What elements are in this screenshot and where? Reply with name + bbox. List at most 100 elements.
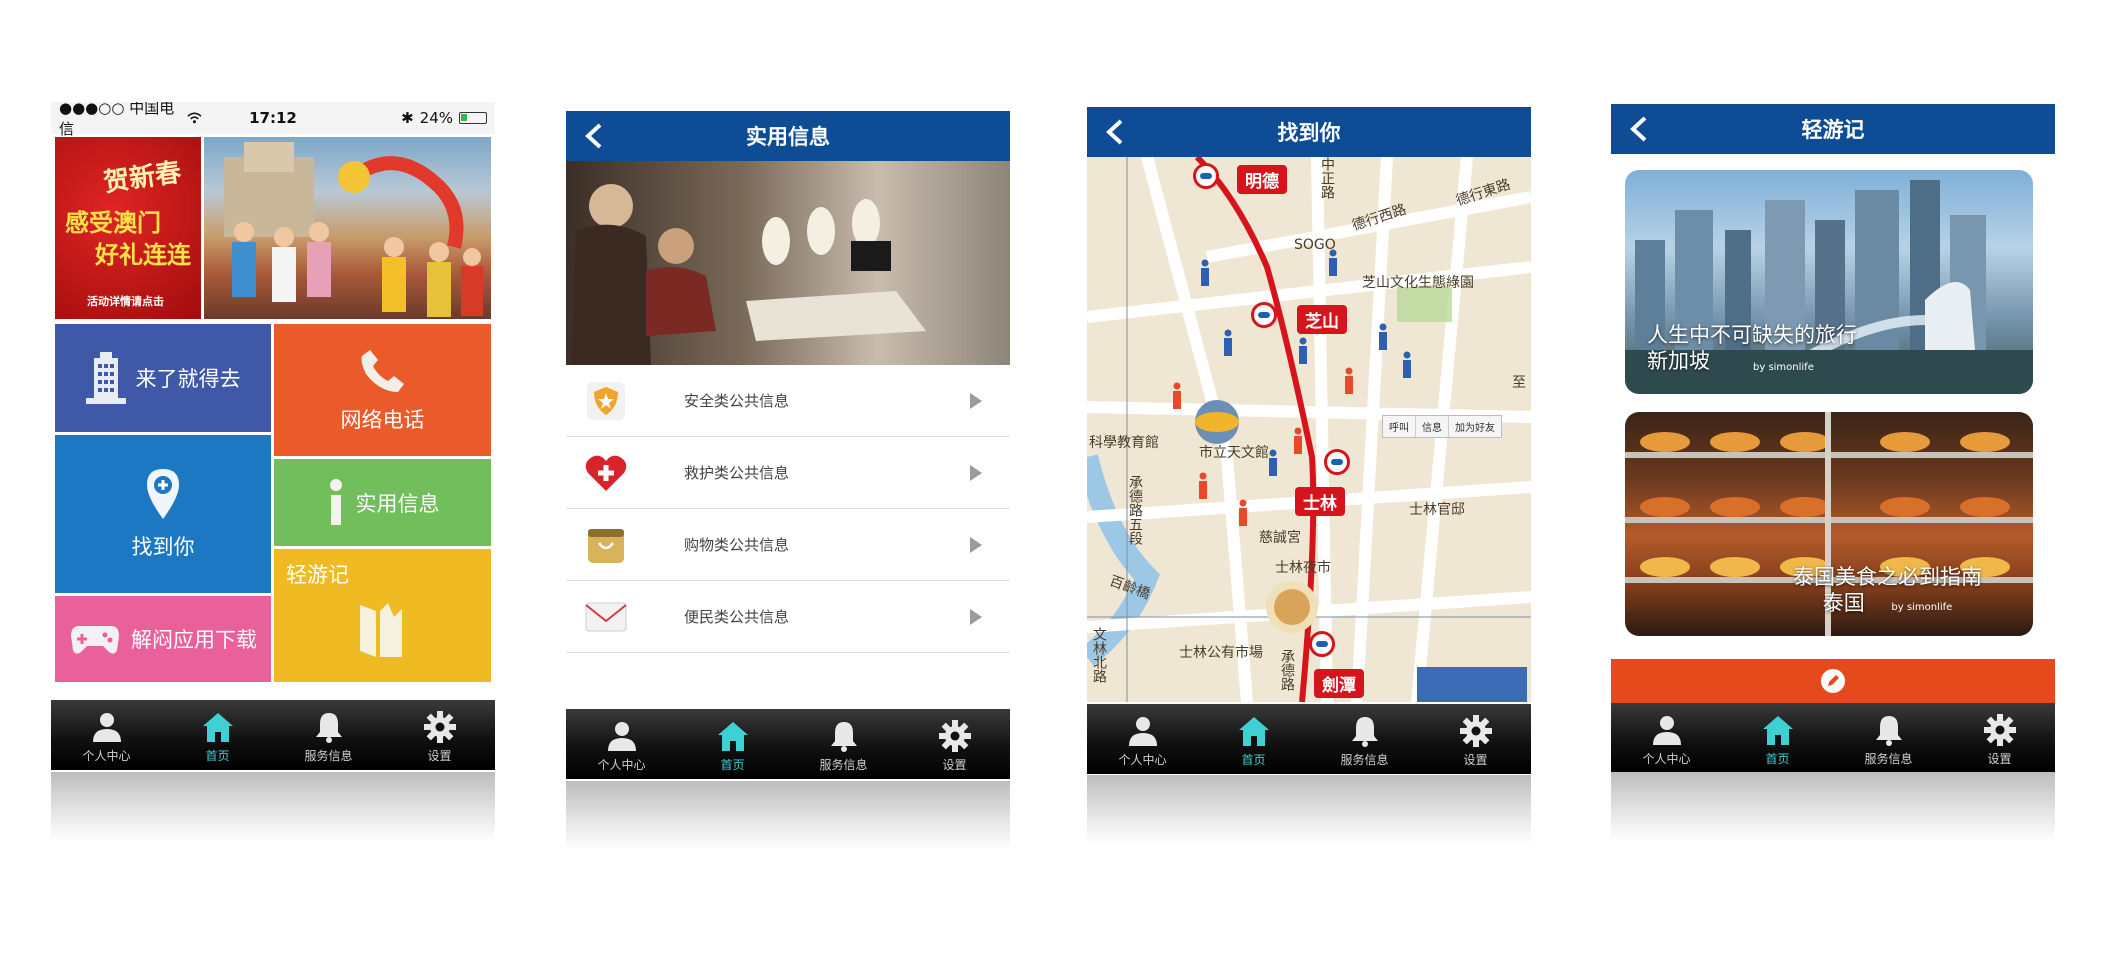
article-card-thailand[interactable]: 泰国美食之必到指南 泰国 by simonlife xyxy=(1625,412,2033,636)
tile-label: 解闷应用下载 xyxy=(131,628,257,652)
promo-note: 活动详情请点击 xyxy=(87,295,164,308)
tab-service-info[interactable]: 服务信息 xyxy=(1309,704,1420,774)
page-title: 找到你 xyxy=(1277,121,1341,145)
cabin-photo xyxy=(566,161,1010,365)
tab-service-info[interactable]: 服务信息 xyxy=(273,700,384,770)
caption-line2: 新加坡 xyxy=(1647,349,1710,374)
tab-label: 服务信息 xyxy=(1864,752,1913,766)
nav-bar: 实用信息 xyxy=(566,111,1010,161)
back-arrow-icon[interactable] xyxy=(1625,114,1655,144)
tab-settings[interactable]: 设置 xyxy=(1420,704,1531,774)
message-button[interactable]: 信息 xyxy=(1416,416,1449,437)
tab-settings[interactable]: 设置 xyxy=(384,700,495,770)
promo-banner[interactable]: 贺新春 感受澳门 好礼连连 活动详情请点击 xyxy=(55,137,491,319)
medical-heart-icon xyxy=(585,455,627,491)
tab-personal-center[interactable]: 个人中心 xyxy=(1611,703,1722,772)
tile-travel-notes[interactable]: 轻游记 xyxy=(274,549,491,682)
person-marker-icon[interactable] xyxy=(1297,337,1309,365)
bell-icon xyxy=(830,722,857,752)
tab-service-info[interactable]: 服务信息 xyxy=(1833,703,1944,772)
person-marker-icon[interactable] xyxy=(1401,351,1413,379)
tile-voip[interactable]: 网络电话 xyxy=(274,324,491,456)
card-credit: by simonlife xyxy=(1891,602,1953,614)
person-marker-icon[interactable] xyxy=(1222,329,1234,357)
tab-label: 个人中心 xyxy=(82,749,131,763)
map-label: 市立天文館 xyxy=(1199,445,1269,461)
station-label[interactable]: 士林 xyxy=(1295,487,1345,516)
tab-label: 个人中心 xyxy=(1642,752,1691,766)
metro-marker[interactable] xyxy=(1251,302,1277,328)
tab-label: 设置 xyxy=(1987,752,2012,766)
metro-marker[interactable] xyxy=(1193,163,1219,189)
person-marker-icon[interactable] xyxy=(1292,427,1304,455)
add-friend-button[interactable]: 加为好友 xyxy=(1449,416,1501,437)
banner-photo[interactable] xyxy=(204,137,491,319)
caption-line2: 泰国 xyxy=(1822,591,1865,616)
tab-home[interactable]: 首页 xyxy=(677,709,788,779)
compose-action-bar[interactable] xyxy=(1611,659,2055,703)
tab-label: 设置 xyxy=(1463,753,1488,767)
tab-settings[interactable]: 设置 xyxy=(1944,703,2055,772)
station-label[interactable]: 明德 xyxy=(1237,165,1287,194)
person-marker-icon[interactable] xyxy=(1343,367,1355,395)
tile-find-you[interactable]: 找到你 xyxy=(55,435,271,593)
tile-must-go[interactable]: 来了就得去 xyxy=(55,324,271,432)
list-item-convenience[interactable]: 便民类公共信息 xyxy=(566,581,1010,653)
book-icon xyxy=(360,603,402,657)
gear-icon xyxy=(1983,714,2016,746)
tile-practical-info[interactable]: 实用信息 xyxy=(274,459,491,546)
person-marker-icon[interactable] xyxy=(1237,499,1249,527)
tabbar-reflection xyxy=(566,781,1010,851)
chevron-right-icon xyxy=(970,608,982,625)
map-label: 承德路 xyxy=(1279,649,1295,691)
tile-label: 找到你 xyxy=(131,535,195,559)
tab-personal-center[interactable]: 个人中心 xyxy=(566,709,677,779)
tabbar-reflection xyxy=(1087,775,1531,845)
promo-tile[interactable]: 贺新春 感受澳门 好礼连连 活动详情请点击 xyxy=(55,137,201,319)
person-marker-icon[interactable] xyxy=(1171,382,1183,410)
person-marker-icon[interactable] xyxy=(1197,472,1209,500)
metro-marker[interactable] xyxy=(1309,631,1335,657)
home-icon xyxy=(1762,716,1793,745)
person-marker-icon[interactable] xyxy=(1199,259,1211,287)
bluetooth-icon: ✱ xyxy=(401,109,414,127)
tabbar-reflection xyxy=(1611,772,2055,842)
tab-personal-center[interactable]: 个人中心 xyxy=(1087,704,1198,774)
tab-service-info[interactable]: 服务信息 xyxy=(788,709,899,779)
tab-label: 设置 xyxy=(942,758,967,772)
promo-line3: 好礼连连 xyxy=(95,241,191,269)
shield-icon xyxy=(587,381,625,420)
person-icon xyxy=(607,722,636,751)
tabbar-reflection xyxy=(51,772,495,842)
list-item-shopping[interactable]: 购物类公共信息 xyxy=(566,509,1010,581)
back-arrow-icon[interactable] xyxy=(1101,117,1131,147)
list-item-safety[interactable]: 安全类公共信息 xyxy=(566,365,1010,437)
station-label[interactable]: 劍潭 xyxy=(1314,669,1364,698)
metro-marker[interactable] xyxy=(1324,449,1350,475)
tab-personal-center[interactable]: 个人中心 xyxy=(51,700,162,770)
back-arrow-icon[interactable] xyxy=(580,121,610,151)
person-marker-icon[interactable] xyxy=(1267,449,1279,477)
tab-label: 个人中心 xyxy=(1118,753,1167,767)
tile-label: 来了就得去 xyxy=(135,367,241,391)
article-card-singapore[interactable]: 人生中不可缺失的旅行 新加坡 by simonlife xyxy=(1625,170,2033,394)
tab-settings[interactable]: 设置 xyxy=(899,709,1010,779)
battery-icon xyxy=(459,112,488,124)
bell-icon xyxy=(1351,717,1378,747)
map-view[interactable]: 明德 芝山 士林 劍潭 SOGO 德行西路 德行東路 芝山文化生態綠園 科學教育… xyxy=(1087,157,1531,702)
map-label: 士林官邸 xyxy=(1409,502,1465,518)
tile-label: 轻游记 xyxy=(286,563,349,587)
station-label[interactable]: 芝山 xyxy=(1297,305,1347,334)
building-icon xyxy=(85,352,126,404)
tile-apps-download[interactable]: 解闷应用下载 xyxy=(55,596,271,682)
page-title: 轻游记 xyxy=(1801,118,1865,142)
person-marker-icon[interactable] xyxy=(1377,323,1389,351)
tab-home[interactable]: 首页 xyxy=(1722,703,1833,772)
list-item-rescue[interactable]: 救护类公共信息 xyxy=(566,437,1010,509)
gear-icon xyxy=(1459,715,1492,747)
person-marker-icon[interactable] xyxy=(1327,249,1339,277)
tab-home[interactable]: 首页 xyxy=(1198,704,1309,774)
call-button[interactable]: 呼叫 xyxy=(1383,416,1416,437)
tab-home[interactable]: 首页 xyxy=(162,700,273,770)
promo-line2: 感受澳门 xyxy=(65,209,161,237)
